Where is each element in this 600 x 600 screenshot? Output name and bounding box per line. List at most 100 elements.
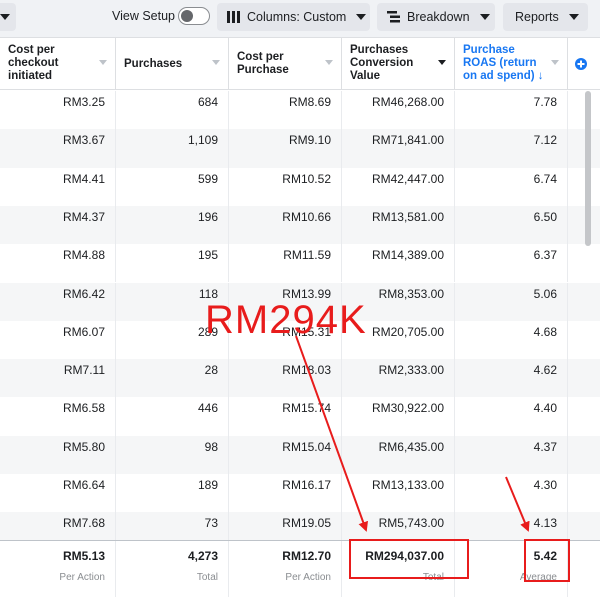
cell-cost-per-checkout: RM6.07	[0, 320, 116, 360]
columns-button[interactable]: Columns: Custom	[217, 3, 370, 31]
column-header-label: Purchase ROAS (return on ad spend) ↓	[463, 44, 544, 82]
table-row[interactable]: RM3.67 1,109 RM9.10 RM71,841.00 7.12	[0, 129, 600, 168]
cell-cost-per-purchase: RM15.04	[229, 435, 342, 474]
left-dropdown-button[interactable]	[0, 3, 16, 31]
cell-cost-per-purchase: RM16.17	[229, 474, 342, 513]
summary-label: Per Action	[59, 572, 105, 583]
annotation-box-total-value	[349, 539, 469, 579]
reports-button[interactable]: Reports	[503, 3, 588, 31]
sort-arrow-icon: ↓	[537, 70, 544, 82]
cell-conversion-value: RM71,841.00	[342, 129, 455, 168]
cell-conversion-value: RM6,435.00	[342, 435, 455, 474]
table-row[interactable]: RM3.25 684 RM8.69 RM46,268.00 7.78	[0, 91, 600, 130]
summary-cost-per-checkout: RM5.13 Per Action	[0, 541, 116, 597]
table-row[interactable]: RM7.11 28 RM18.03 RM2,333.00 4.62	[0, 359, 600, 398]
summary-value: 4,273	[187, 549, 218, 563]
cell-spacer	[568, 397, 600, 435]
column-header-conversion-value[interactable]: Purchases Conversion Value	[342, 38, 455, 90]
breakdown-button[interactable]: Breakdown	[377, 3, 495, 31]
cell-conversion-value: RM42,447.00	[342, 167, 455, 206]
cell-cost-per-purchase: RM8.69	[229, 91, 342, 130]
cell-spacer	[568, 206, 600, 244]
cell-purchases: 446	[116, 397, 229, 436]
sort-icon	[212, 60, 220, 65]
add-column-cell	[568, 38, 600, 90]
cell-purchases: 98	[116, 435, 229, 474]
cell-spacer	[568, 359, 600, 397]
cell-cost-per-checkout: RM4.37	[0, 205, 116, 245]
cell-purchases: 599	[116, 167, 229, 206]
cell-cost-per-purchase: RM10.66	[229, 205, 342, 245]
cell-cost-per-checkout: RM3.67	[0, 129, 116, 168]
cell-spacer	[568, 129, 600, 167]
cell-cost-per-checkout: RM7.11	[0, 359, 116, 398]
cell-spacer	[568, 168, 600, 206]
cell-spacer	[568, 283, 600, 321]
cell-purchase-roas: 6.37	[455, 244, 568, 283]
view-setup-toggle[interactable]	[178, 7, 210, 25]
cell-spacer	[568, 436, 600, 474]
add-column-icon[interactable]	[575, 58, 587, 70]
column-header-purchase-roas[interactable]: Purchase ROAS (return on ad spend) ↓	[455, 38, 568, 90]
cell-purchase-roas: 4.40	[455, 397, 568, 436]
cell-spacer	[568, 244, 600, 282]
cell-cost-per-purchase: RM9.10	[229, 129, 342, 168]
cell-cost-per-checkout: RM3.25	[0, 91, 116, 130]
cell-purchase-roas: 4.30	[455, 474, 568, 513]
toolbar: View Setup Columns: Custom Breakdown Rep…	[0, 0, 600, 38]
table-row[interactable]: RM7.68 73 RM19.05 RM5,743.00 4.13	[0, 512, 600, 540]
cell-purchases: 1,109	[116, 129, 229, 168]
cell-conversion-value: RM30,922.00	[342, 397, 455, 436]
cell-purchase-roas: 4.68	[455, 320, 568, 360]
annotation-label: RM294K	[205, 298, 367, 342]
cell-cost-per-purchase: RM19.05	[229, 512, 342, 540]
cell-cost-per-checkout: RM6.42	[0, 282, 116, 321]
column-header-cost-per-purchase[interactable]: Cost per Purchase	[229, 38, 342, 90]
view-setup-label: View Setup	[112, 9, 176, 23]
cell-cost-per-checkout: RM5.80	[0, 435, 116, 474]
cell-cost-per-checkout: RM6.64	[0, 474, 116, 513]
summary-value: RM12.70	[282, 549, 331, 563]
table-summary-row: RM5.13 Per Action 4,273 Total RM12.70 Pe…	[0, 540, 600, 597]
summary-label: Total	[196, 572, 218, 583]
chevron-down-icon	[479, 14, 490, 20]
cell-purchases: 684	[116, 91, 229, 130]
summary-label: Per Action	[285, 572, 331, 583]
columns-icon	[227, 11, 240, 23]
cell-purchase-roas: 7.12	[455, 129, 568, 168]
cell-conversion-value: RM13,133.00	[342, 474, 455, 513]
cell-conversion-value: RM5,743.00	[342, 512, 455, 540]
cell-cost-per-checkout: RM7.68	[0, 512, 116, 540]
cell-purchase-roas: 6.74	[455, 167, 568, 206]
sort-icon	[99, 60, 107, 65]
column-header-purchases[interactable]: Purchases	[116, 38, 229, 90]
cell-purchase-roas: 4.13	[455, 512, 568, 540]
table-row[interactable]: RM4.41 599 RM10.52 RM42,447.00 6.74	[0, 167, 600, 206]
cell-spacer	[568, 91, 600, 129]
column-header-label: Purchases Conversion Value	[350, 44, 414, 82]
sort-icon	[325, 60, 333, 65]
table-row[interactable]: RM4.37 196 RM10.66 RM13,581.00 6.50	[0, 205, 600, 245]
sort-icon	[551, 60, 559, 65]
cell-cost-per-checkout: RM4.88	[0, 244, 116, 283]
vertical-scrollbar[interactable]	[585, 91, 591, 246]
table-row[interactable]: RM4.88 195 RM11.59 RM14,389.00 6.37	[0, 244, 600, 283]
cell-purchase-roas: 7.78	[455, 91, 568, 130]
summary-cost-per-purchase: RM12.70 Per Action	[229, 541, 342, 597]
table-row[interactable]: RM6.58 446 RM15.74 RM30,922.00 4.40	[0, 397, 600, 436]
table-row[interactable]: RM6.64 189 RM16.17 RM13,133.00 4.30	[0, 474, 600, 513]
column-header-cost-per-checkout[interactable]: Cost per checkout initiated	[0, 38, 116, 90]
column-header-label: Cost per Purchase	[237, 51, 289, 76]
chevron-down-icon	[568, 14, 579, 20]
column-header-label: Cost per checkout initiated	[8, 44, 59, 82]
cell-conversion-value: RM46,268.00	[342, 91, 455, 130]
chevron-down-icon	[356, 14, 367, 20]
cell-conversion-value: RM2,333.00	[342, 359, 455, 398]
summary-purchases: 4,273 Total	[116, 541, 229, 597]
sort-icon	[438, 60, 446, 65]
cell-cost-per-purchase: RM15.74	[229, 397, 342, 436]
cell-purchases: 195	[116, 244, 229, 283]
table-row[interactable]: RM5.80 98 RM15.04 RM6,435.00 4.37	[0, 435, 600, 474]
cell-spacer	[568, 512, 600, 540]
cell-spacer	[568, 474, 600, 512]
